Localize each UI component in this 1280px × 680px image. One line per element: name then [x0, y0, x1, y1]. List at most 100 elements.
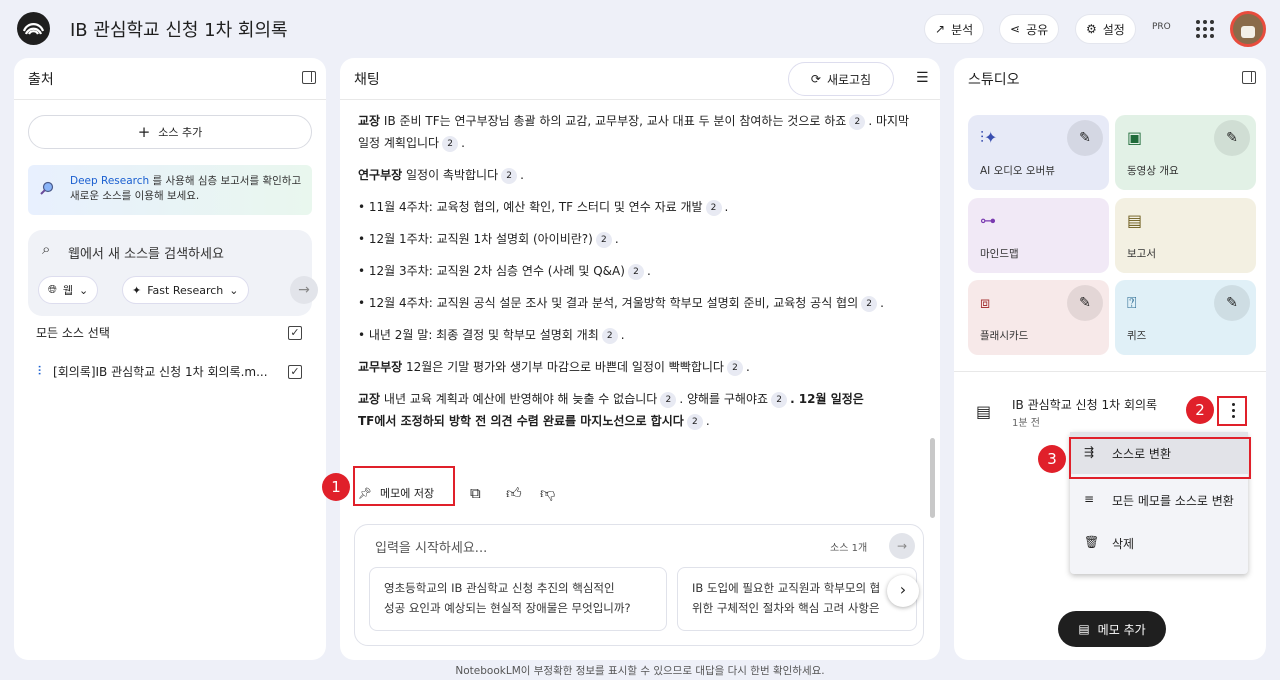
- research-mode-dropdown[interactable]: ✦ Fast Research ⌄: [122, 276, 249, 304]
- chevron-down-icon: ⌄: [78, 283, 89, 297]
- copy-icon[interactable]: ⧉: [470, 478, 481, 508]
- citation-chip[interactable]: 2: [861, 296, 878, 312]
- citation-chip[interactable]: 2: [627, 264, 644, 280]
- message-paragraph: 교장 IB 준비 TF는 연구부장님 총괄 하의 교감, 교무부장, 교사 대표…: [358, 110, 918, 154]
- menu-item-label: 모든 메모를 소스로 변환: [1112, 493, 1234, 508]
- source-item[interactable]: ⫶ [회의록]IB 관심학교 신청 1차 회의록.m...: [38, 363, 268, 380]
- list-item: • 12월 4주차: 교직원 공식 설문 조사 및 결과 분석, 겨울방학 학부…: [358, 296, 884, 312]
- citation-chip[interactable]: 2: [501, 168, 518, 184]
- step-badge-3: 3: [1038, 445, 1066, 473]
- citation-chip[interactable]: 2: [442, 136, 459, 152]
- citation-chip[interactable]: 2: [686, 414, 703, 430]
- trend-icon: ↗: [935, 22, 946, 36]
- flashcard-icon: ⧈: [980, 293, 991, 312]
- playlist-add-icon: ≡: [1084, 492, 1095, 506]
- source-item-checkbox[interactable]: ✓: [288, 365, 302, 379]
- suggestion-text: 영초등학교의 IB 관심학교 신청 추진의 핵심적인: [384, 581, 615, 595]
- web-source-search: ⌕ 웹에서 새 소스를 검색하세요 🌐︎ 웹 ⌄ ✦ Fast Research ⌄ →: [28, 230, 318, 316]
- citation-chip[interactable]: 2: [601, 328, 618, 344]
- add-source-button[interactable]: + 소스 추가: [28, 115, 312, 149]
- card-label: AI 오디오 오버뷰: [980, 165, 1055, 177]
- panel-toggle-icon[interactable]: [302, 71, 316, 84]
- message-text: IB 준비 TF는 연구부장님 총괄 하의 교감, 교무부장, 교사 대표 두 …: [383, 114, 847, 128]
- disclaimer-footer: NotebookLM이 부정확한 정보를 표시할 수 있으므로 대답을 다시 한…: [455, 665, 825, 677]
- share-icon: ⋖: [1010, 22, 1021, 36]
- message-text: 일정이 촉박합니다: [406, 168, 499, 182]
- select-all-row[interactable]: 모든 소스 선택: [36, 324, 110, 341]
- citation-chip[interactable]: 2: [849, 114, 866, 130]
- deep-research-link[interactable]: Deep Research: [70, 175, 149, 187]
- card-label: 플래시카드: [980, 330, 1029, 342]
- card-label: 보고서: [1127, 248, 1156, 260]
- message-paragraph: 교장 내년 교육 계획과 예산에 반영해야 해 늦출 수 없습니다 2. 양해를 …: [358, 392, 864, 430]
- bullet-text: • 12월 4주차: 교직원 공식 설문 조사 및 결과 분석, 겨울방학 학부…: [358, 296, 859, 310]
- studio-card-quiz[interactable]: ⍰ ✎ 퀴즈: [1115, 280, 1256, 355]
- thumbs-up-icon[interactable]: 👍︎: [506, 478, 522, 508]
- studio-card-mindmap[interactable]: ⊶ 마인드맵: [968, 198, 1109, 273]
- refresh-button[interactable]: ⟳ 새로고침: [788, 62, 894, 96]
- edit-icon[interactable]: ✎: [1214, 285, 1250, 321]
- studio-card-flashcard[interactable]: ⧈ ✎ 플래시카드: [968, 280, 1109, 355]
- analyze-button[interactable]: ↗ 분석: [924, 14, 985, 44]
- tune-icon[interactable]: ☰: [916, 70, 929, 86]
- chat-input[interactable]: 입력을 시작하세요...: [375, 537, 487, 556]
- apps-grid-icon[interactable]: [1196, 20, 1214, 38]
- citation-chip[interactable]: 2: [595, 232, 612, 248]
- menu-item-label: 삭제: [1112, 536, 1135, 551]
- citation-chip[interactable]: 2: [771, 392, 788, 408]
- notebook-title[interactable]: IB 관심학교 신청 1차 회의록: [70, 16, 288, 42]
- search-submit-button[interactable]: →: [290, 276, 318, 304]
- message-text: . 양해를 구해야죠: [679, 392, 769, 406]
- select-all-label: 모든 소스 선택: [36, 326, 110, 340]
- message-bold-text: TF에서 조정하되 방학 전 의견 수렴 완료를 마지노선으로 합시다: [358, 414, 684, 428]
- message-paragraph: 연구부장 일정이 촉박합니다 2.: [358, 164, 918, 186]
- sources-header: 출처: [14, 58, 326, 100]
- citation-chip[interactable]: 2: [705, 200, 722, 216]
- studio-header: 스튜디오: [954, 58, 1266, 100]
- suggestion-text: 위한 구체적인 절차와 핵심 고려 사항은: [692, 601, 880, 615]
- research-label: Fast Research: [147, 283, 224, 297]
- share-button[interactable]: ⋖ 공유: [999, 14, 1060, 44]
- bullet-text: • 12월 3주차: 교직원 2차 심층 연수 (사례 및 Q&A): [358, 264, 625, 278]
- suggestion-chip[interactable]: IB 도입에 필요한 교직원과 학부모의 협 위한 구체적인 절차와 핵심 고려 …: [677, 567, 917, 631]
- sources-panel: 출처 + 소스 추가 Deep Research 를 사용해 심층 보고서를 확…: [14, 58, 326, 660]
- chat-title: 채팅: [354, 72, 380, 88]
- add-memo-button[interactable]: ▤ 메모 추가: [1058, 611, 1166, 647]
- bullet-text: • 11월 4주차: 교육청 협의, 예산 확인, TF 스터디 및 연수 자료…: [358, 200, 703, 214]
- analyze-label: 분석: [951, 22, 974, 37]
- speaker-label: 교장: [358, 114, 381, 128]
- studio-card-audio[interactable]: ⫶✦ ✎ AI 오디오 오버뷰: [968, 115, 1109, 190]
- settings-button[interactable]: ⚙ 설정: [1075, 14, 1136, 44]
- thumbs-down-icon[interactable]: 👎︎: [540, 478, 555, 508]
- citation-chip[interactable]: 2: [726, 360, 743, 376]
- web-dropdown[interactable]: 🌐︎ 웹 ⌄: [38, 276, 99, 304]
- search-input[interactable]: 웹에서 새 소스를 검색하세요: [68, 243, 224, 262]
- notebooklm-logo-icon[interactable]: [17, 12, 50, 45]
- source-item-label: [회의록]IB 관심학교 신청 1차 회의록.m...: [53, 365, 268, 379]
- citation-chip[interactable]: 2: [660, 392, 677, 408]
- mindmap-icon: ⊶: [980, 211, 996, 230]
- globe-icon: 🌐︎: [48, 283, 57, 296]
- avatar[interactable]: [1230, 11, 1266, 47]
- menu-item-convert-all[interactable]: ≡ 모든 메모를 소스로 변환: [1070, 479, 1248, 521]
- memo-time: 1분 전: [1012, 418, 1040, 429]
- gear-icon: ⚙: [1086, 22, 1097, 36]
- refresh-icon: ⟳: [810, 72, 821, 86]
- select-all-checkbox[interactable]: ✓: [288, 326, 302, 340]
- panel-toggle-icon[interactable]: [1242, 71, 1256, 84]
- studio-card-report[interactable]: ▤ 보고서: [1115, 198, 1256, 273]
- edit-icon[interactable]: ✎: [1067, 285, 1103, 321]
- chat-scrollbar[interactable]: [930, 438, 935, 518]
- menu-item-delete[interactable]: 🗑︎ 삭제: [1070, 522, 1248, 564]
- suggestion-chip[interactable]: 영초등학교의 IB 관심학교 신청 추진의 핵심적인 성공 요인과 예상되는 현실…: [369, 567, 667, 631]
- edit-icon[interactable]: ✎: [1067, 120, 1103, 156]
- edit-icon[interactable]: ✎: [1214, 120, 1250, 156]
- chat-input-area: 입력을 시작하세요... 소스 1개 → 영초등학교의 IB 관심학교 신청 추…: [354, 524, 924, 646]
- next-suggestion-button[interactable]: ›: [887, 575, 919, 607]
- studio-card-video[interactable]: ▣ ✎ 동영상 개요: [1115, 115, 1256, 190]
- send-button[interactable]: →: [889, 533, 915, 559]
- message-text: .: [520, 168, 524, 182]
- arrow-right-icon: →: [298, 282, 310, 298]
- web-label: 웹: [62, 284, 73, 297]
- highlight-box-more-options: [1217, 396, 1247, 426]
